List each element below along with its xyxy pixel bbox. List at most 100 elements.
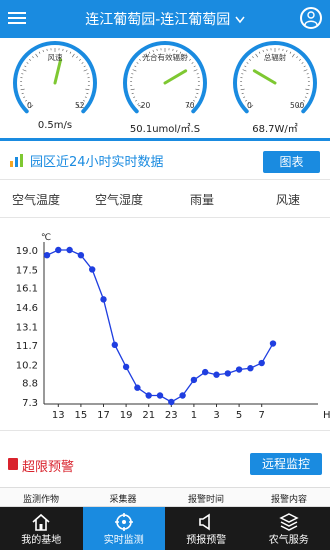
nav-label: 农气服务 [268,535,309,546]
y-tick-label: 17.5 [16,265,38,276]
gauge-min: 0 [247,101,252,110]
x-tick-label: 15 [75,410,88,421]
gauge-tick [84,96,87,98]
gauge-tick [303,69,308,72]
site-name: 连江葡萄园-连江葡萄园 [85,12,231,28]
gauge-min: -20 [138,101,151,110]
gauge-tick [241,92,244,95]
home-icon [32,513,50,531]
data-point [213,371,220,378]
alarm-table-header: 监测作物 采集器 报警时间 报警内容 [0,487,330,507]
gauge-dial [233,41,317,114]
gauge-tick [86,92,89,95]
col-crop: 监测作物 [22,495,59,505]
nav-realtime[interactable]: 实时监测 [82,507,165,550]
gauge-dial [13,41,97,114]
temperature-chart: ℃ 19.0 17.5 16.1 14.6 13.1 11.7 10.2 8.8 7.3 13 15 1… [0,218,330,430]
section-title: 园区近24小时实时数据 [30,155,164,170]
tab-wind-speed[interactable]: 风速 [276,191,300,208]
gauge-value: 68.7W/㎡ [252,124,298,135]
data-point [269,340,277,347]
nav-label: 预报预警 [186,535,227,546]
data-point [43,251,51,259]
gauge-tick [194,96,197,98]
gauge-tick [83,69,88,72]
gauge-min: 0 [27,101,32,110]
data-point [224,370,231,377]
gauge-tick [306,92,309,95]
nav-my-base[interactable]: 我的基地 [0,507,83,550]
gauge-tick [134,65,137,68]
data-point [235,366,243,373]
gauge-dial [123,41,207,114]
remote-monitor-button[interactable]: 远程监控 [250,453,322,475]
gauge-tick [240,88,245,91]
data-point [179,392,186,399]
x-tick-label: 17 [97,410,110,421]
nav-forecast[interactable]: 预报预警 [165,507,248,550]
y-tick-label: 10.2 [16,360,38,371]
data-point [145,392,152,399]
gauge-tick [196,92,199,95]
gauge-tick [22,69,27,72]
data-point [111,341,119,349]
gauge-tick [304,96,307,98]
gauge-tick [303,65,306,68]
y-tick-label: 8.8 [22,379,38,390]
header-title[interactable]: 连江葡萄园-连江葡萄园 [0,9,330,29]
gauge-tick [23,96,26,98]
target-icon [114,513,133,531]
gauge-tick [193,69,198,72]
tab-rainfall[interactable]: 雨量 [190,191,214,208]
y-tick-label: 7.3 [22,398,38,409]
data-point [190,376,198,384]
x-tick-label: 7 [259,410,265,421]
line-chart: ℃19.017.516.114.613.111.710.28.87.313 15 1… [16,233,330,421]
gauge-tick [196,73,199,75]
gauge-tick [85,88,90,91]
y-tick-label: 11.7 [16,341,38,352]
chart-icon [10,154,23,167]
nav-label: 我的基地 [21,535,62,546]
gauge-needle [252,69,277,85]
gauge-tick [133,96,136,98]
chart-button[interactable]: 图表 [263,151,320,173]
data-point [247,365,254,372]
gauge-wind-speed: 风速 0 52 0.5m/s [0,38,110,138]
y-tick-label: 16.1 [16,284,38,295]
x-tick-label: 5 [236,410,242,421]
gauge-needle [53,58,63,85]
tab-air-temperature[interactable]: 空气温度 [12,191,60,208]
x-tick-label: 3 [213,410,219,421]
metric-tabs: 空气温度 空气湿度 雨量 风速 [0,179,330,218]
data-point [66,246,73,254]
data-point [156,392,164,399]
col-alarm-time: 报警时间 [187,495,224,505]
data-point [168,398,175,406]
y-tick-label: 14.6 [16,303,38,314]
data-point [202,368,209,376]
speaker-icon [199,513,210,531]
data-point [122,363,130,371]
nav-agri-weather[interactable]: 农气服务 [248,507,330,550]
x-tick-label: 1 [191,410,197,421]
gauge-total-radiation: 总辐射 0 500 68.7W/㎡ [220,38,330,138]
user-icon[interactable] [300,7,322,29]
bottom-nav: 我的基地 实时监测 预报预警 农气服务 [0,507,330,550]
alarm-title: 超限预警 [22,460,75,475]
x-tick-label: 23 [165,410,178,421]
gauge-name: 风速 [47,53,63,62]
gauge-tick [21,92,24,95]
data-point [89,266,96,273]
tab-air-humidity[interactable]: 空气湿度 [95,191,143,208]
col-collector: 采集器 [109,495,137,505]
gauge-tick [195,88,200,91]
gauge-par: 光合有效辐射 -20 70 50.1umol/㎡.S [110,38,220,138]
series-line [46,249,274,403]
gauge-panel: 风速 0 52 0.5m/s 光合有效辐射 -20 70 50.1umol/㎡.… [0,38,330,138]
y-unit-label: ℃ [41,233,51,243]
gauge-tick [20,88,25,91]
gauge-tick [86,73,89,75]
gauge-max: 70 [185,101,195,110]
gauge-tick [24,65,27,68]
